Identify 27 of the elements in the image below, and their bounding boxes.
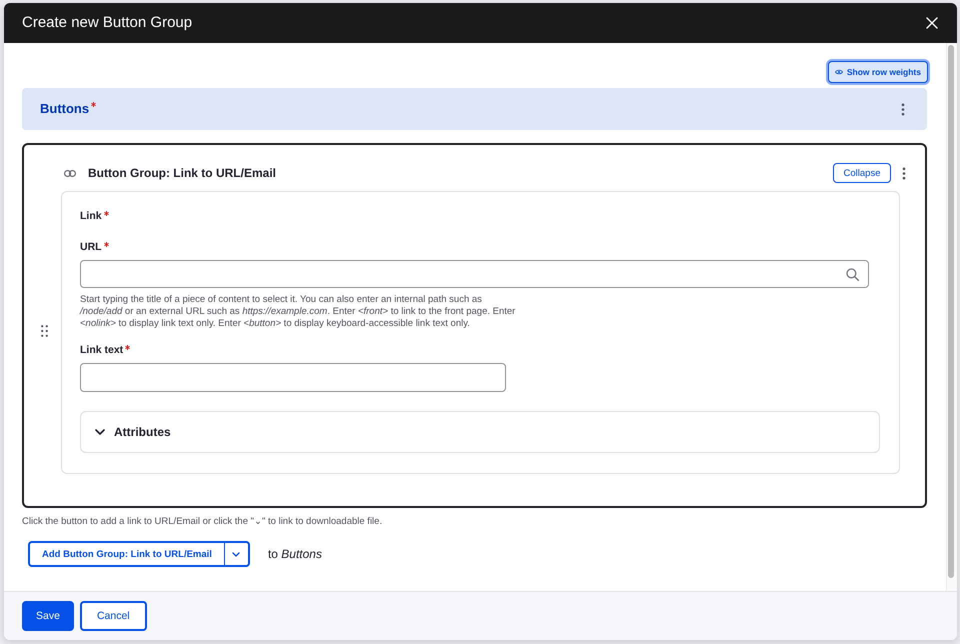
field-label: Link text xyxy=(80,344,124,357)
eye-icon xyxy=(834,69,843,75)
link-text-input[interactable] xyxy=(80,363,506,392)
field-label: Link xyxy=(80,210,102,223)
show-row-weights-button[interactable]: Show row weights xyxy=(828,61,928,83)
link-icon xyxy=(64,170,76,176)
more-actions-icon[interactable] xyxy=(901,102,905,116)
scrollbar-thumb[interactable] xyxy=(948,45,954,578)
save-button[interactable]: Save xyxy=(22,601,74,631)
cancel-button[interactable]: Cancel xyxy=(80,601,147,631)
field-label: URL xyxy=(80,241,102,254)
caret-icon xyxy=(232,552,240,556)
paragraph-title: Button Group: Link to URL/Email xyxy=(88,166,277,180)
drag-handle-icon[interactable] xyxy=(40,324,48,336)
field-title: Buttons xyxy=(40,101,90,117)
more-actions-icon[interactable] xyxy=(902,166,906,180)
collapse-button[interactable]: Collapse xyxy=(833,163,891,183)
add-help-text: Click the button to add a link to URL/Email or click the "⌄" to link to downloadable file. xyxy=(22,516,384,528)
attributes-toggle[interactable]: Attributes xyxy=(80,411,880,453)
field-description: Start typing the title of a piece of content to select it. You can also enter an internal path such as /node/add or an external URL such as https://example.com. Enter <front> to link to the front page. Enter <nolink> to display link text only. Enter <button> to display keyboard-accessible link text only. xyxy=(80,294,516,330)
close-icon[interactable] xyxy=(926,17,938,29)
search-icon xyxy=(846,268,859,280)
add-button[interactable]: Add Button Group: Link to URL/Email xyxy=(28,541,225,567)
add-target-text: to Buttons xyxy=(268,547,322,561)
dropdown-toggle-button[interactable] xyxy=(224,541,250,567)
dialog-title: Create new Button Group xyxy=(22,14,192,32)
url-input-field[interactable] xyxy=(80,260,869,288)
